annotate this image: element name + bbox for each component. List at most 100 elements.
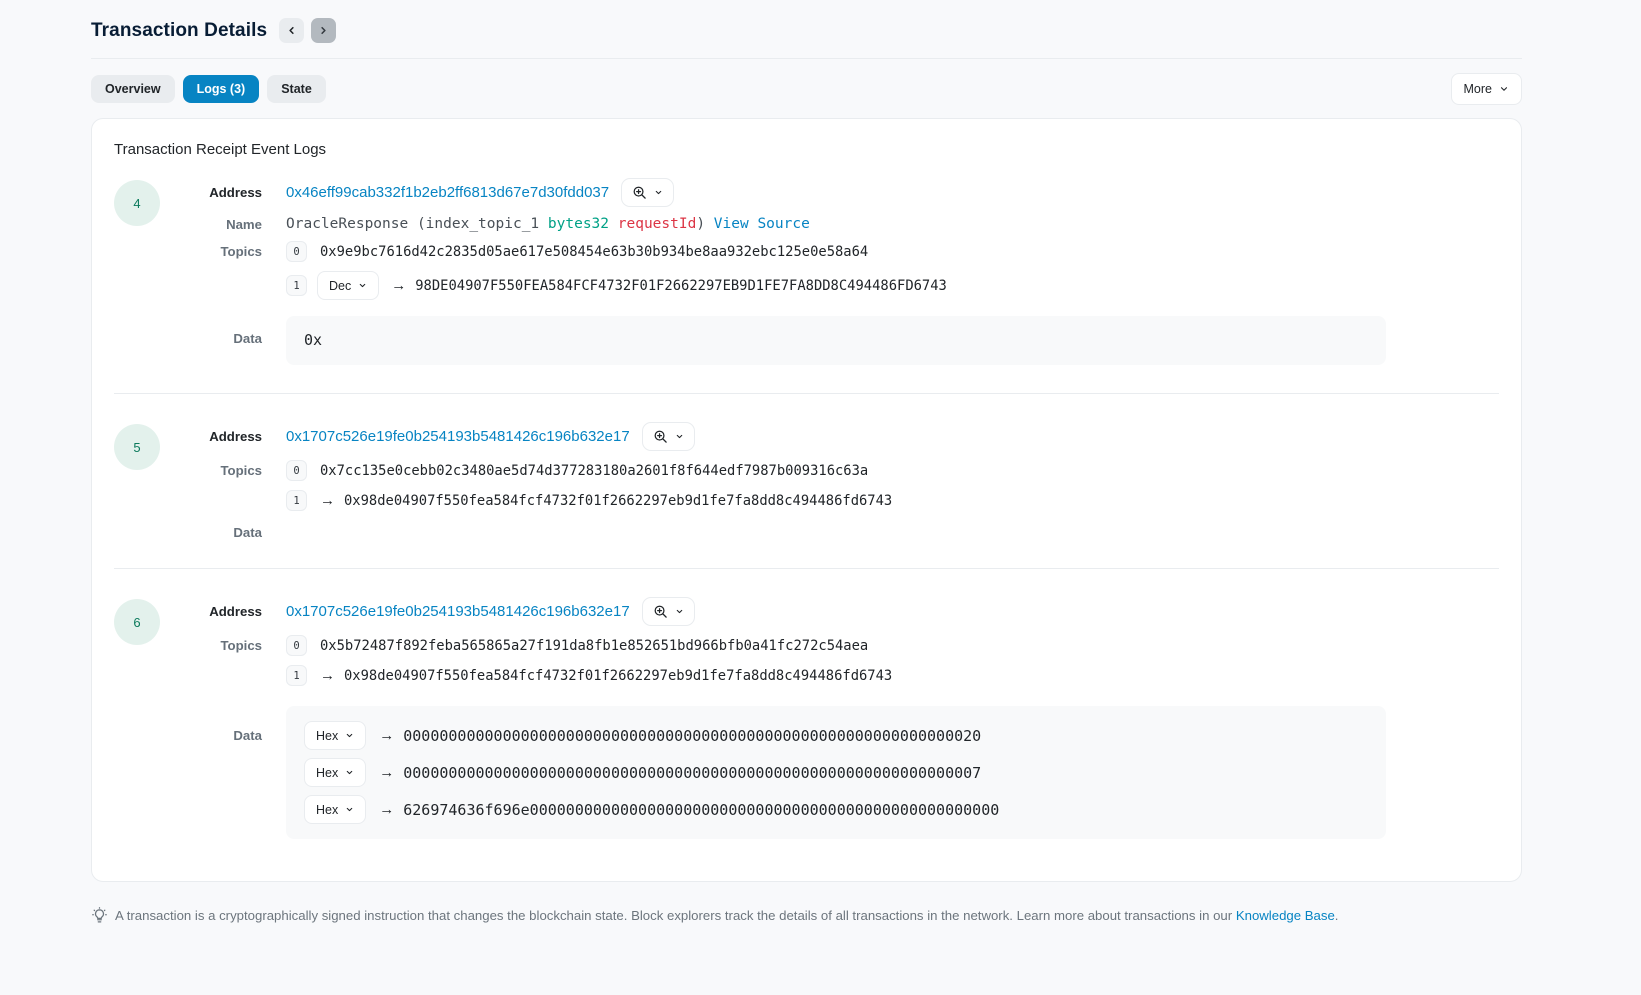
topics-label: Topics bbox=[162, 463, 262, 478]
knowledge-base-link[interactable]: Knowledge Base bbox=[1236, 908, 1335, 923]
log-entry-5: 5 Address 0x1707c526e19fe0b254193b548142… bbox=[114, 422, 1499, 540]
chevron-right-icon bbox=[318, 25, 329, 36]
data-word-row: Hex → 0000000000000000000000000000000000… bbox=[304, 721, 1368, 750]
event-name: OracleResponse (index_topic_1 bbox=[286, 216, 548, 232]
topic-value: 0x5b72487f892feba565865a27f191da8fb1e852… bbox=[320, 638, 868, 654]
page-header: Transaction Details bbox=[91, 18, 1522, 59]
topic-row: 1 → 0x98de04907f550fea584fcf4732f01f2662… bbox=[162, 490, 1499, 511]
previous-transaction-button[interactable] bbox=[279, 18, 304, 43]
log-index-badge: 5 bbox=[114, 424, 160, 470]
topic-value: 0x7cc135e0cebb02c3480ae5d74d377283180a26… bbox=[320, 463, 868, 479]
data-word-value: 626974636f696e00000000000000000000000000… bbox=[403, 801, 999, 819]
more-dropdown-button[interactable]: More bbox=[1451, 73, 1522, 105]
data-format-select[interactable]: Hex bbox=[304, 795, 366, 824]
arrow-right-icon: → bbox=[320, 492, 335, 509]
param-type: bytes32 bbox=[548, 216, 609, 232]
chevron-down-icon bbox=[345, 805, 354, 814]
chevron-down-icon bbox=[654, 188, 663, 197]
log-index-badge: 4 bbox=[114, 180, 160, 226]
topic-value: 0x9e9bc7616d42c2835d05ae617e508454e63b30… bbox=[320, 244, 868, 260]
address-row: Address 0x1707c526e19fe0b254193b5481426c… bbox=[162, 597, 1499, 626]
data-label: Data bbox=[162, 525, 262, 540]
next-transaction-button[interactable] bbox=[311, 18, 336, 43]
address-filter-button[interactable] bbox=[642, 597, 695, 626]
magnifier-plus-icon bbox=[632, 185, 647, 200]
page-title: Transaction Details bbox=[91, 20, 267, 42]
topic-index-badge: 0 bbox=[286, 635, 307, 656]
more-label: More bbox=[1464, 82, 1492, 96]
address-filter-button[interactable] bbox=[642, 422, 695, 451]
log-entry-6: 6 Address 0x1707c526e19fe0b254193b548142… bbox=[114, 597, 1499, 839]
address-label: Address bbox=[162, 429, 262, 444]
data-word-value: 0000000000000000000000000000000000000000… bbox=[403, 764, 981, 782]
lightbulb-icon bbox=[91, 907, 108, 924]
address-label: Address bbox=[162, 604, 262, 619]
tab-logs[interactable]: Logs (3) bbox=[183, 75, 260, 104]
footer-note: A transaction is a cryptographically sig… bbox=[91, 908, 1522, 954]
data-word-row: Hex → 626974636f696e00000000000000000000… bbox=[304, 795, 1368, 824]
param-name: requestId bbox=[618, 216, 697, 232]
data-box: Hex → 0000000000000000000000000000000000… bbox=[286, 706, 1386, 839]
data-label: Data bbox=[162, 706, 262, 743]
chevron-down-icon bbox=[345, 768, 354, 777]
topic-index-badge: 0 bbox=[286, 241, 307, 262]
chevron-down-icon bbox=[345, 731, 354, 740]
address-link[interactable]: 0x1707c526e19fe0b254193b5481426c196b632e… bbox=[286, 428, 630, 445]
data-box: 0x bbox=[286, 316, 1386, 365]
address-row: Address 0x46eff99cab332f1b2eb2ff6813d67e… bbox=[162, 178, 1499, 207]
topic-index-badge: 1 bbox=[286, 275, 307, 296]
footer-text: A transaction is a cryptographically sig… bbox=[115, 908, 1338, 923]
log-index-badge: 6 bbox=[114, 599, 160, 645]
chevron-down-icon bbox=[675, 607, 684, 616]
address-row: Address 0x1707c526e19fe0b254193b5481426c… bbox=[162, 422, 1499, 451]
topic-row: 1 → 0x98de04907f550fea584fcf4732f01f2662… bbox=[162, 665, 1499, 686]
magnifier-plus-icon bbox=[653, 429, 668, 444]
data-row: Data Hex → 00000000000000000000000000000… bbox=[162, 706, 1499, 839]
topic-row: Topics 0 0x9e9bc7616d42c2835d05ae617e508… bbox=[162, 241, 1499, 262]
data-word-value: 0000000000000000000000000000000000000000… bbox=[403, 727, 981, 745]
chevron-left-icon bbox=[286, 25, 297, 36]
event-logs-card: Transaction Receipt Event Logs 4 Address… bbox=[91, 118, 1522, 882]
tab-overview[interactable]: Overview bbox=[91, 75, 175, 104]
data-value: 0x bbox=[304, 331, 322, 349]
address-label: Address bbox=[162, 185, 262, 200]
topic-format-select[interactable]: Dec bbox=[317, 271, 379, 300]
topic-value: 0x98de04907f550fea584fcf4732f01f2662297e… bbox=[344, 493, 892, 509]
data-row: Data bbox=[162, 525, 1499, 540]
log-divider bbox=[114, 568, 1499, 569]
tab-state[interactable]: State bbox=[267, 75, 326, 104]
address-link[interactable]: 0x1707c526e19fe0b254193b5481426c196b632e… bbox=[286, 603, 630, 620]
address-filter-button[interactable] bbox=[621, 178, 674, 207]
tabs-row: Overview Logs (3) State More bbox=[91, 73, 1522, 105]
log-divider bbox=[114, 393, 1499, 394]
name-row: Name OracleResponse (index_topic_1 bytes… bbox=[162, 216, 1499, 232]
address-link[interactable]: 0x46eff99cab332f1b2eb2ff6813d67e7d30fdd0… bbox=[286, 184, 609, 201]
arrow-right-icon: → bbox=[379, 727, 394, 744]
data-label: Data bbox=[162, 316, 262, 346]
arrow-right-icon: → bbox=[379, 801, 394, 818]
topic-index-badge: 1 bbox=[286, 665, 307, 686]
topic-value: 98DE04907F550FEA584FCF4732F01F2662297EB9… bbox=[415, 278, 947, 294]
topic-index-badge: 1 bbox=[286, 490, 307, 511]
topic-value: 0x98de04907f550fea584fcf4732f01f2662297e… bbox=[344, 668, 892, 684]
data-row: Data 0x bbox=[162, 316, 1499, 365]
log-entry-4: 4 Address 0x46eff99cab332f1b2eb2ff6813d6… bbox=[114, 178, 1499, 365]
topic-row: Topics 0 0x5b72487f892feba565865a27f191d… bbox=[162, 635, 1499, 656]
data-format-select[interactable]: Hex bbox=[304, 758, 366, 787]
topic-index-badge: 0 bbox=[286, 460, 307, 481]
name-label: Name bbox=[162, 217, 262, 232]
chevron-down-icon bbox=[675, 432, 684, 441]
data-word-row: Hex → 0000000000000000000000000000000000… bbox=[304, 758, 1368, 787]
data-format-select[interactable]: Hex bbox=[304, 721, 366, 750]
topic-row: 1 Dec → 98DE04907F550FEA584FCF4732F01F26… bbox=[162, 271, 1499, 300]
topic-row: Topics 0 0x7cc135e0cebb02c3480ae5d74d377… bbox=[162, 460, 1499, 481]
chevron-down-icon bbox=[358, 281, 367, 290]
card-heading: Transaction Receipt Event Logs bbox=[114, 141, 1499, 158]
magnifier-plus-icon bbox=[653, 604, 668, 619]
tx-pagination bbox=[279, 18, 336, 43]
arrow-right-icon: → bbox=[320, 667, 335, 684]
topics-label: Topics bbox=[162, 244, 262, 259]
event-signature: OracleResponse (index_topic_1 bytes32 re… bbox=[286, 216, 1499, 232]
chevron-down-icon bbox=[1499, 84, 1509, 94]
view-source-link[interactable]: View Source bbox=[714, 216, 810, 232]
